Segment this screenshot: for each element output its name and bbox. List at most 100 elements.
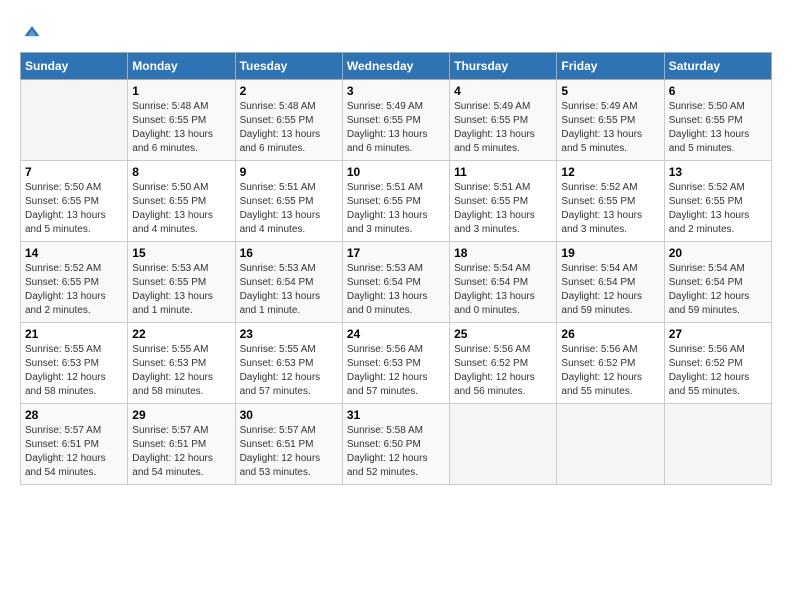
day-cell [557,404,664,485]
day-cell: 26 Sunrise: 5:56 AMSunset: 6:52 PMDayligh… [557,323,664,404]
day-cell: 3Sunrise: 5:49 AMSunset: 6:55 PMDaylight… [342,80,449,161]
day-info: Sunrise: 5:56 AMSunset: 6:52 PMDaylight:… [561,343,659,399]
day-cell: 4 Sunrise: 5:49 AMSunset: 6:55 PMDaylight… [450,80,557,161]
day-number: 22 [132,327,230,341]
day-number: 21 [25,327,123,341]
day-number: 10 [347,165,445,179]
day-number: 15 [132,246,230,260]
day-number: 16 [240,246,338,260]
day-number: 27 [669,327,767,341]
week-row-5: 28Sunrise: 5:57 AMSunset: 6:51 PMDayligh… [21,404,772,485]
day-info: Sunrise: 5:53 AMSunset: 6:54 PMDaylight:… [240,262,338,318]
day-header-wednesday: Wednesday [342,53,449,80]
week-row-1: 1 Sunrise: 5:48 AMSunset: 6:55 PMDaylight… [21,80,772,161]
day-header-saturday: Saturday [664,53,771,80]
day-cell: 21 Sunrise: 5:55 AMSunset: 6:53 PMDayligh… [21,323,128,404]
day-cell: 17 Sunrise: 5:53 AMSunset: 6:54 PMDayligh… [342,242,449,323]
day-cell: 9Sunrise: 5:51 AMSunset: 6:55 PMDaylight… [235,161,342,242]
day-info: Sunrise: 5:53 AMSunset: 6:54 PMDaylight:… [347,262,445,318]
day-info: Sunrise: 5:48 AMSunset: 6:55 PMDaylight:… [240,100,338,156]
day-number: 4 [454,84,552,98]
page-header [20,20,772,42]
week-row-2: 7 Sunrise: 5:50 AMSunset: 6:55 PMDaylight… [21,161,772,242]
day-cell: 1Sunrise: 5:48 AMSunset: 6:55 PMDaylight… [128,80,235,161]
day-cell: 31Sunrise: 5:58 AMSunset: 6:50 PMDayligh… [342,404,449,485]
week-row-3: 14 Sunrise: 5:52 AMSunset: 6:55 PMDayligh… [21,242,772,323]
day-cell: 20Sunrise: 5:54 AMSunset: 6:54 PMDayligh… [664,242,771,323]
day-info: Sunrise: 5:56 AMSunset: 6:53 PMDaylight:… [347,343,445,399]
day-info: Sunrise: 5:55 AMSunset: 6:53 PMDaylight:… [240,343,338,399]
day-info: Sunrise: 5:55 AMSunset: 6:53 PMDaylight:… [25,343,123,399]
day-header-sunday: Sunday [21,53,128,80]
day-number: 13 [669,165,767,179]
logo [20,20,42,42]
day-info: Sunrise: 5:50 AMSunset: 6:55 PMDaylight:… [25,181,123,237]
day-cell: 10Sunrise: 5:51 AMSunset: 6:55 PMDayligh… [342,161,449,242]
day-number: 12 [561,165,659,179]
day-number: 7 [25,165,123,179]
day-info: Sunrise: 5:53 AMSunset: 6:55 PMDaylight:… [132,262,230,318]
day-info: Sunrise: 5:52 AMSunset: 6:55 PMDaylight:… [25,262,123,318]
day-header-monday: Monday [128,53,235,80]
day-info: Sunrise: 5:49 AMSunset: 6:55 PMDaylight:… [561,100,659,156]
day-info: Sunrise: 5:58 AMSunset: 6:50 PMDaylight:… [347,424,445,480]
day-number: 6 [669,84,767,98]
day-number: 17 [347,246,445,260]
day-info: Sunrise: 5:56 AMSunset: 6:52 PMDaylight:… [454,343,552,399]
day-cell [21,80,128,161]
day-cell: 19Sunrise: 5:54 AMSunset: 6:54 PMDayligh… [557,242,664,323]
day-number: 30 [240,408,338,422]
day-cell: 25 Sunrise: 5:56 AMSunset: 6:52 PMDayligh… [450,323,557,404]
logo-icon [22,22,42,42]
day-cell: 14 Sunrise: 5:52 AMSunset: 6:55 PMDayligh… [21,242,128,323]
day-number: 20 [669,246,767,260]
day-number: 8 [132,165,230,179]
day-cell [450,404,557,485]
day-cell: 11 Sunrise: 5:51 AMSunset: 6:55 PMDayligh… [450,161,557,242]
day-info: Sunrise: 5:51 AMSunset: 6:55 PMDaylight:… [454,181,552,237]
day-number: 9 [240,165,338,179]
day-cell: 18 Sunrise: 5:54 AMSunset: 6:54 PMDayligh… [450,242,557,323]
day-header-tuesday: Tuesday [235,53,342,80]
day-cell [664,404,771,485]
day-cell: 2 Sunrise: 5:48 AMSunset: 6:55 PMDaylight… [235,80,342,161]
day-number: 11 [454,165,552,179]
day-cell: 28Sunrise: 5:57 AMSunset: 6:51 PMDayligh… [21,404,128,485]
day-number: 26 [561,327,659,341]
day-info: Sunrise: 5:57 AMSunset: 6:51 PMDaylight:… [240,424,338,480]
day-number: 18 [454,246,552,260]
day-cell: 24 Sunrise: 5:56 AMSunset: 6:53 PMDayligh… [342,323,449,404]
day-info: Sunrise: 5:52 AMSunset: 6:55 PMDaylight:… [561,181,659,237]
day-number: 25 [454,327,552,341]
day-number: 1 [132,84,230,98]
day-cell: 15 Sunrise: 5:53 AMSunset: 6:55 PMDayligh… [128,242,235,323]
day-cell: 5Sunrise: 5:49 AMSunset: 6:55 PMDaylight… [557,80,664,161]
day-info: Sunrise: 5:57 AMSunset: 6:51 PMDaylight:… [132,424,230,480]
day-number: 2 [240,84,338,98]
day-info: Sunrise: 5:50 AMSunset: 6:55 PMDaylight:… [132,181,230,237]
day-cell: 27Sunrise: 5:56 AMSunset: 6:52 PMDayligh… [664,323,771,404]
day-header-thursday: Thursday [450,53,557,80]
day-number: 24 [347,327,445,341]
day-info: Sunrise: 5:50 AMSunset: 6:55 PMDaylight:… [669,100,767,156]
day-info: Sunrise: 5:52 AMSunset: 6:55 PMDaylight:… [669,181,767,237]
day-cell: 6 Sunrise: 5:50 AMSunset: 6:55 PMDaylight… [664,80,771,161]
day-number: 19 [561,246,659,260]
day-number: 14 [25,246,123,260]
day-cell: 7 Sunrise: 5:50 AMSunset: 6:55 PMDaylight… [21,161,128,242]
day-cell: 16 Sunrise: 5:53 AMSunset: 6:54 PMDayligh… [235,242,342,323]
day-cell: 29 Sunrise: 5:57 AMSunset: 6:51 PMDayligh… [128,404,235,485]
calendar-table: SundayMondayTuesdayWednesdayThursdayFrid… [20,52,772,485]
day-cell: 8 Sunrise: 5:50 AMSunset: 6:55 PMDaylight… [128,161,235,242]
day-number: 29 [132,408,230,422]
day-header-friday: Friday [557,53,664,80]
day-info: Sunrise: 5:49 AMSunset: 6:55 PMDaylight:… [454,100,552,156]
day-cell: 30 Sunrise: 5:57 AMSunset: 6:51 PMDayligh… [235,404,342,485]
day-number: 23 [240,327,338,341]
day-cell: 23 Sunrise: 5:55 AMSunset: 6:53 PMDayligh… [235,323,342,404]
day-info: Sunrise: 5:54 AMSunset: 6:54 PMDaylight:… [454,262,552,318]
day-info: Sunrise: 5:57 AMSunset: 6:51 PMDaylight:… [25,424,123,480]
day-cell: 22Sunrise: 5:55 AMSunset: 6:53 PMDayligh… [128,323,235,404]
day-cell: 12 Sunrise: 5:52 AMSunset: 6:55 PMDayligh… [557,161,664,242]
header-row: SundayMondayTuesdayWednesdayThursdayFrid… [21,53,772,80]
